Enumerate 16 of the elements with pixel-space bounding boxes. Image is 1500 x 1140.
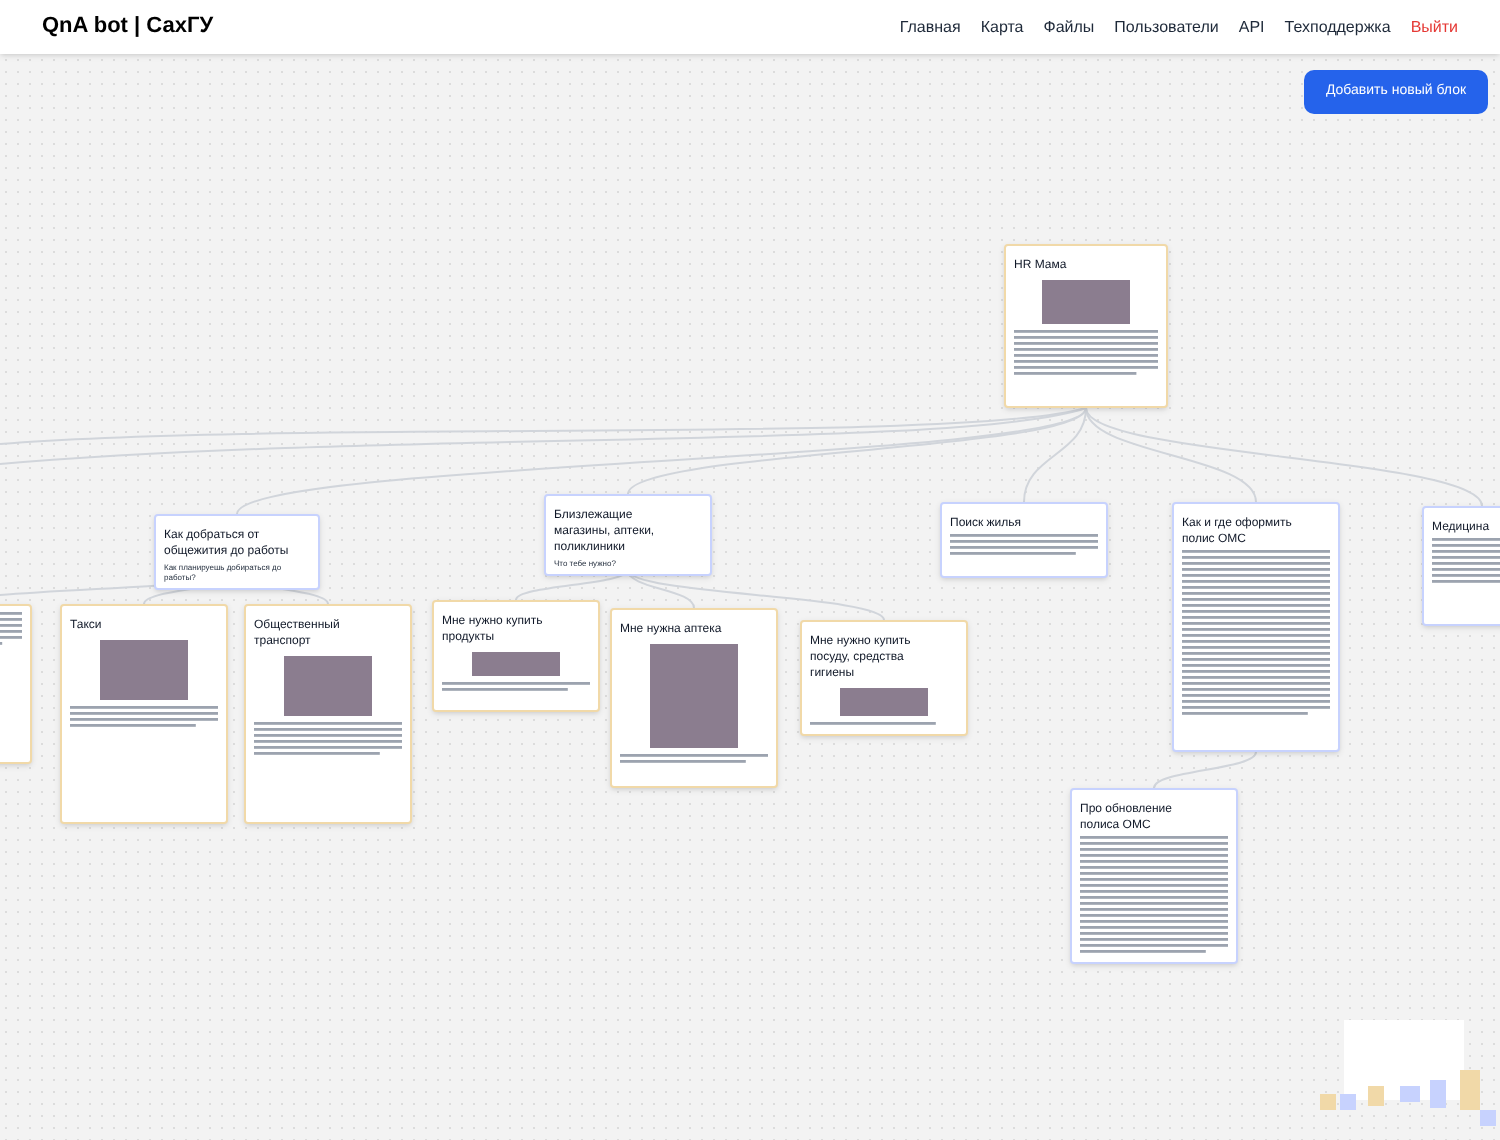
nav-link[interactable]: Файлы: [1043, 15, 1095, 39]
nav-link[interactable]: API: [1238, 15, 1265, 39]
photo-placeholder: [471, 652, 561, 676]
photo-placeholder: [99, 640, 189, 700]
photo-placeholder: [1042, 280, 1130, 324]
nav-link[interactable]: Пользователи: [1114, 15, 1219, 39]
nav-link[interactable]: Главная: [899, 15, 961, 39]
illegible-text-drawing: [1014, 330, 1158, 378]
brand-title: QnA bot | СахГУ: [42, 12, 214, 43]
connector-line: [1153, 751, 1257, 789]
photo-placeholder: [283, 656, 373, 716]
nav-link[interactable]: Выйти: [1410, 15, 1458, 39]
photo-placeholder: [649, 644, 739, 748]
nav-link[interactable]: Техподдержка: [1284, 15, 1391, 39]
nav-link[interactable]: Карта: [980, 15, 1024, 39]
photo-placeholder: [839, 688, 929, 716]
